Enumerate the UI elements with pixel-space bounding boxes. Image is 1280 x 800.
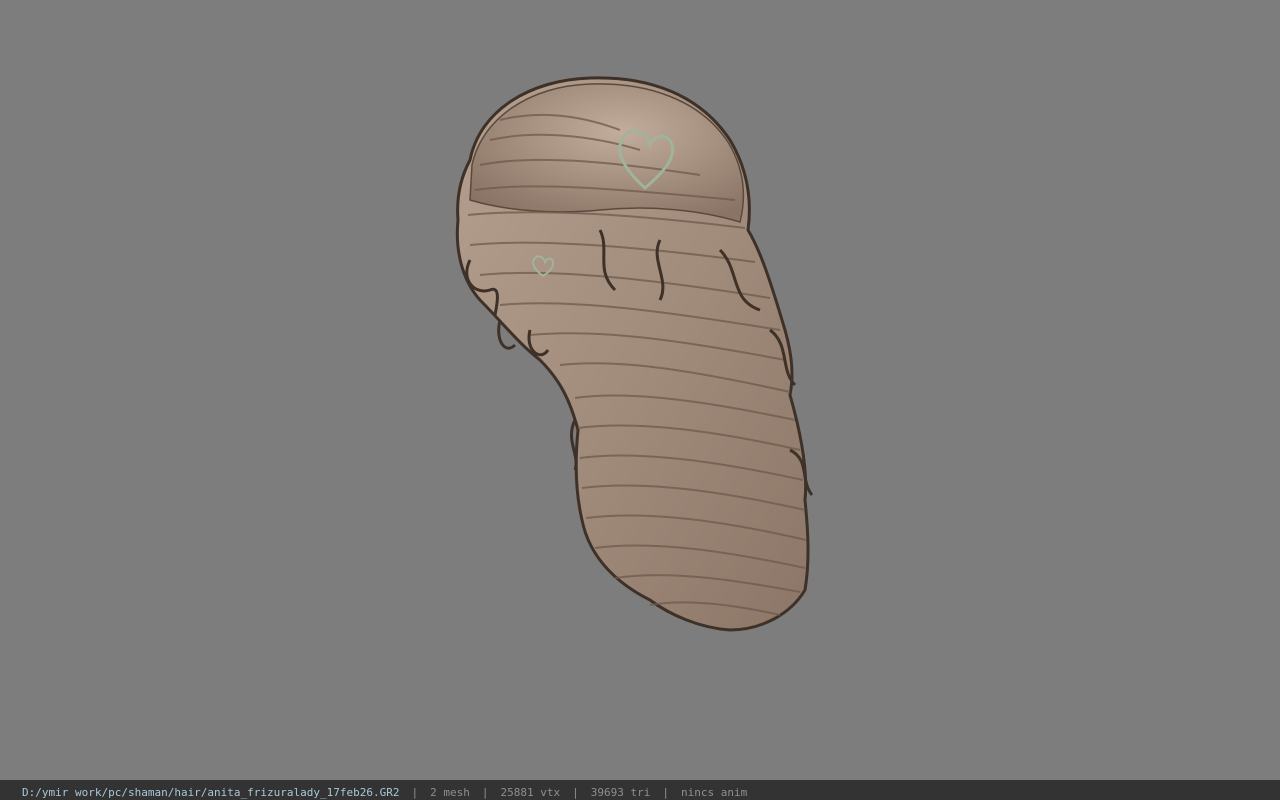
separator: | bbox=[572, 786, 579, 799]
triangle-count: 39693 tri bbox=[590, 786, 651, 799]
separator: | bbox=[411, 786, 419, 799]
separator: | bbox=[481, 786, 489, 799]
vertex-count: 25881 vtx bbox=[500, 786, 561, 799]
status-bar: D:/ymir work/pc/shaman/hair/anita_frizur… bbox=[0, 780, 1280, 800]
3d-viewport[interactable] bbox=[0, 0, 1280, 780]
hair-model[interactable] bbox=[0, 0, 1280, 780]
file-path: D:/ymir work/pc/shaman/hair/anita_frizur… bbox=[22, 786, 400, 799]
separator: | bbox=[662, 786, 669, 799]
anim-status: nincs anim bbox=[680, 786, 748, 799]
mesh-count: 2 mesh bbox=[430, 786, 470, 799]
